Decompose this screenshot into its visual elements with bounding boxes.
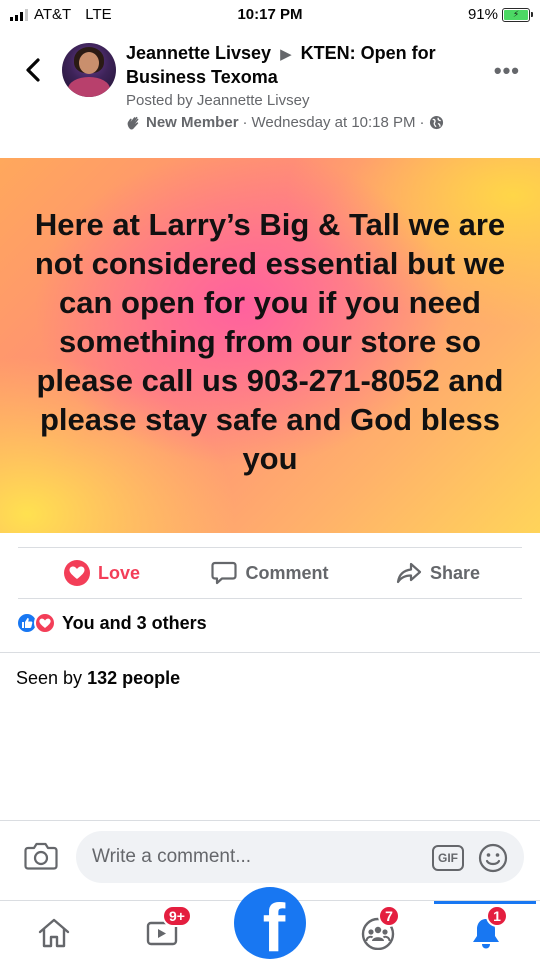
status-time: 10:17 PM	[237, 6, 303, 23]
comment-button[interactable]: Comment	[186, 561, 354, 585]
facebook-logo-letter: f	[262, 890, 286, 959]
post-background: Here at Larry’s Big & Tall we are not co…	[0, 158, 540, 533]
seen-prefix: Seen by	[16, 668, 83, 688]
reaction-icons	[16, 612, 56, 634]
chevron-left-icon	[26, 58, 40, 82]
post-text: Here at Larry’s Big & Tall we are not co…	[34, 207, 506, 476]
reactions-text: You and 3 others	[62, 612, 207, 633]
notifications-badge: 1	[486, 905, 508, 927]
comment-input[interactable]: Write a comment... GIF	[76, 831, 524, 883]
dot-separator: ·	[419, 114, 425, 131]
more-options-icon[interactable]: •••	[494, 58, 520, 84]
gif-button[interactable]: GIF	[432, 845, 464, 871]
battery-icon: ⚡	[502, 7, 533, 22]
tab-notifications[interactable]: 1	[464, 905, 508, 955]
back-button[interactable]	[18, 52, 48, 88]
facebook-logo[interactable]: f	[234, 887, 306, 959]
status-right: 91% ⚡	[467, 6, 533, 23]
active-tab-indicator	[434, 901, 536, 904]
wave-hand-icon	[127, 116, 139, 130]
post-header: Jeannette Livsey ▶ KTEN: Open for Busine…	[0, 40, 540, 140]
member-badge: New Member	[146, 114, 239, 131]
tab-groups[interactable]: 7	[356, 905, 400, 955]
love-button[interactable]: Love	[18, 560, 186, 586]
globe-icon	[429, 115, 443, 130]
tab-home[interactable]	[32, 911, 76, 955]
home-icon	[38, 918, 70, 948]
emoji-button[interactable]	[478, 843, 508, 873]
love-reaction-icon	[34, 612, 56, 634]
comment-icon	[211, 561, 238, 585]
seen-count: 132 people	[87, 668, 181, 688]
groups-badge: 7	[378, 905, 400, 927]
love-label: Love	[97, 562, 140, 583]
battery-percent: 91%	[467, 6, 498, 23]
post-meta: New Member · Wednesday at 10:18 PM ·	[126, 114, 444, 131]
arrow-right-icon: ▶	[280, 46, 292, 63]
reactions-summary[interactable]: You and 3 others	[16, 612, 207, 634]
divider	[0, 652, 540, 653]
dot-separator: ·	[242, 114, 248, 131]
comment-placeholder: Write a comment...	[92, 846, 252, 867]
share-label: Share	[429, 562, 481, 583]
tab-watch[interactable]: 9+	[140, 905, 192, 955]
post-title: Jeannette Livsey ▶ KTEN: Open for Busine…	[126, 42, 486, 88]
camera-button[interactable]	[24, 841, 58, 871]
status-bar: AT&T LTE 10:17 PM 91% ⚡	[0, 0, 540, 30]
tab-bar: 9+ f 7 1	[0, 887, 540, 960]
post-actions: Love Comment Share	[18, 547, 522, 599]
heart-icon	[63, 560, 90, 586]
post-timestamp[interactable]: Wednesday at 10:18 PM	[252, 114, 416, 131]
share-button[interactable]: Share	[354, 562, 522, 584]
comment-label: Comment	[245, 562, 329, 583]
author-name[interactable]: Jeannette Livsey	[126, 43, 271, 63]
video-badge: 9+	[162, 905, 192, 927]
comment-bar: Write a comment... GIF	[0, 820, 540, 892]
author-avatar[interactable]	[62, 43, 116, 97]
seen-by[interactable]: Seen by 132 people	[16, 668, 180, 689]
smiley-icon	[478, 843, 508, 873]
share-icon	[396, 562, 422, 584]
posted-by: Posted by Jeannette Livsey	[126, 92, 310, 109]
camera-icon	[24, 842, 58, 870]
